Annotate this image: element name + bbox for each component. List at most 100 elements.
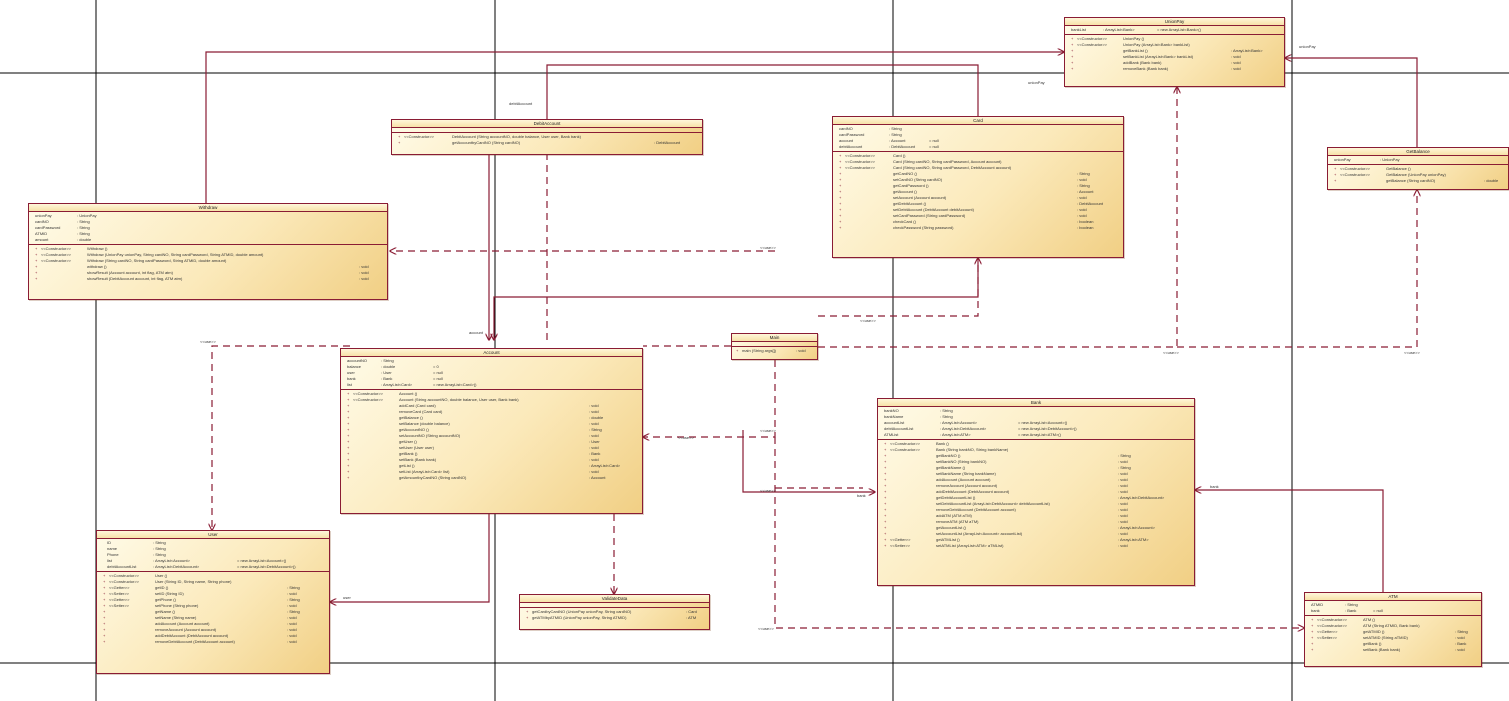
attributes-section: cardNO: String cardPassword: String accoun… bbox=[833, 125, 1123, 152]
method-visibility: + bbox=[1311, 647, 1314, 652]
class-validatedata[interactable]: ValidateData + getCardbyCardNO (UnionPay u… bbox=[519, 594, 710, 630]
method-row[interactable]: + setBank (Bank bank): void bbox=[1305, 647, 1481, 653]
class-title: Account bbox=[341, 349, 642, 357]
method-visibility: + bbox=[1334, 178, 1337, 183]
attribute-row[interactable]: amount: double bbox=[29, 237, 387, 243]
attributes-section: ATMID: String bank: Bank = null bbox=[1305, 601, 1481, 616]
attribute-init: = new ArrayList<DebitAccount>() bbox=[237, 564, 296, 569]
attribute-row[interactable]: debitAccount: DebitAccount = null bbox=[833, 144, 1123, 150]
class-debitaccount[interactable]: DebitAccount + <<Constructor>> DebitAccount… bbox=[391, 119, 703, 155]
attribute-name: list bbox=[347, 382, 352, 387]
class-title: ATM bbox=[1305, 593, 1481, 601]
label-bank-atm: bank bbox=[1210, 484, 1219, 489]
label-use-account: <<use>> bbox=[678, 435, 694, 440]
label-use-user: <<use>> bbox=[200, 339, 216, 344]
class-bank[interactable]: Bank bankNO: String bankName: String accoun… bbox=[877, 398, 1195, 586]
dep-main-card bbox=[818, 258, 978, 317]
label-unionpay-right: unionPay bbox=[1299, 44, 1316, 49]
class-card[interactable]: Card cardNO: String cardPassword: String ac… bbox=[832, 116, 1124, 258]
class-atm[interactable]: ATM ATMID: String bank: Bank = null + <<Const… bbox=[1304, 592, 1482, 667]
methods-section: + <<Constructor>> ATM () + <<Constructor>> AT… bbox=[1305, 616, 1481, 654]
attribute-row[interactable]: unionPay : UnionPay bbox=[1328, 157, 1508, 163]
method-signature: getAmountbyCardNO (String cardNO) bbox=[399, 475, 467, 480]
method-visibility: + bbox=[526, 615, 529, 620]
label-account: account bbox=[469, 330, 484, 335]
method-return-type: : void bbox=[1118, 543, 1128, 548]
label-user: user bbox=[343, 595, 351, 600]
method-visibility: + bbox=[103, 639, 106, 644]
method-signature: getATMbyATMID (UnionPay unionPay, String… bbox=[532, 615, 627, 620]
dep-main-account bbox=[643, 360, 776, 437]
attributes-section: unionPay: UnionPay cardNO: String cardPass… bbox=[29, 212, 387, 245]
method-row[interactable]: + removeBank (Bank bank) : void bbox=[1065, 66, 1284, 72]
methods-section: + <<Constructor>> User () + <<Constructor>> U… bbox=[97, 572, 329, 646]
method-visibility: + bbox=[1071, 66, 1074, 71]
methods-section: + main (String args[]): void bbox=[732, 347, 817, 355]
method-return-type: : ATM bbox=[686, 615, 697, 620]
attribute-name: ATMList bbox=[884, 432, 899, 437]
class-title: UnionPay bbox=[1065, 18, 1284, 26]
methods-section: + <<Constructor>> DebitAccount (String acc… bbox=[392, 133, 702, 147]
method-signature: showResult (DebitAccount account, int fl… bbox=[87, 276, 183, 281]
class-title: Withdraw bbox=[29, 204, 387, 212]
methods-section: + <<Constructor>> Account () + <<Constructor… bbox=[341, 390, 642, 482]
attribute-name: amount bbox=[35, 237, 49, 242]
method-return-type: : void bbox=[796, 348, 806, 353]
attribute-name: unionPay bbox=[1334, 157, 1351, 162]
attributes-section: accountNO: String balance: double = 0 user:… bbox=[341, 357, 642, 390]
assoc-account-user bbox=[330, 514, 490, 602]
methods-section: + <<Constructor>> GetBalance () + <<Construc… bbox=[1328, 165, 1508, 185]
attribute-type: : Bank bbox=[1345, 608, 1357, 613]
attribute-type: : ArrayList<Bank> bbox=[1103, 27, 1135, 32]
attribute-row[interactable]: list: ArrayList<Card> = new ArrayList<Car… bbox=[341, 382, 642, 388]
method-stereotype: <<Setter>> bbox=[890, 543, 911, 548]
label-use-bank: <<use>> bbox=[760, 488, 776, 493]
method-visibility: + bbox=[884, 543, 887, 548]
attribute-row[interactable]: debitAccountList: ArrayList<DebitAccount… bbox=[97, 564, 329, 570]
label-use-withdraw: <<use>> bbox=[760, 245, 776, 250]
method-row[interactable]: + getBalance (String cardNO): double bbox=[1328, 178, 1508, 184]
label-debitaccount: debitAccount bbox=[509, 101, 533, 106]
method-row[interactable]: + <<Setter>> setATMList (ArrayList<ATM> aT… bbox=[878, 543, 1194, 549]
class-unionpay[interactable]: UnionPay bankList: ArrayList<Bank> = new A… bbox=[1064, 17, 1285, 87]
class-getbalance[interactable]: GetBalance unionPay : UnionPay + <<Construct… bbox=[1327, 147, 1509, 190]
method-signature: getAccountbyCardNO (String cardNO) bbox=[452, 140, 521, 145]
class-main[interactable]: Main + main (String args[]): void bbox=[731, 333, 818, 360]
method-row[interactable]: + main (String args[]): void bbox=[732, 348, 817, 354]
method-return-type: : Account bbox=[589, 475, 606, 480]
uml-class-diagram: unionPay unionPay debitAccount account u… bbox=[0, 0, 1509, 701]
attributes-section: unionPay : UnionPay bbox=[1328, 156, 1508, 165]
label-unionpay-left: unionPay bbox=[1028, 80, 1045, 85]
attribute-row[interactable]: bankList: ArrayList<Bank> = new ArrayList… bbox=[1065, 27, 1284, 33]
method-visibility: + bbox=[839, 225, 842, 230]
attributes-section: bankNO: String bankName: String accountLis… bbox=[878, 407, 1194, 440]
method-row[interactable]: + checkPassword (String password): boolea… bbox=[833, 225, 1123, 231]
attribute-name: bankList bbox=[1071, 27, 1086, 32]
class-title: GetBalance bbox=[1328, 148, 1508, 156]
class-title: ValidateData bbox=[520, 595, 709, 603]
method-return-type: : DebitAccount bbox=[654, 140, 681, 145]
method-return-type: : void bbox=[1231, 66, 1241, 71]
label-bank: bank bbox=[857, 493, 866, 498]
attribute-row[interactable]: ATMList: ArrayList<ATM> = new ArrayList<A… bbox=[878, 432, 1194, 438]
attribute-type: : UnionPay bbox=[1380, 157, 1400, 162]
method-signature: setBank (Bank bank) bbox=[1363, 647, 1401, 652]
class-title: User bbox=[97, 531, 329, 539]
method-return-type: : boolean bbox=[1077, 225, 1094, 230]
method-visibility: + bbox=[398, 140, 401, 145]
class-account[interactable]: Account accountNO: String balance: double =… bbox=[340, 348, 643, 514]
method-row[interactable]: + showResult (DebitAccount account, int f… bbox=[29, 276, 387, 282]
class-user[interactable]: User ID: String name: String Phone: String l… bbox=[96, 530, 330, 674]
method-row[interactable]: + removeDebitAccount (DebitAccount accoun… bbox=[97, 639, 329, 645]
attribute-name: debitAccountList bbox=[107, 564, 137, 569]
method-signature: removeBank (Bank bank) bbox=[1123, 66, 1169, 71]
class-withdraw[interactable]: Withdraw unionPay: UnionPay cardNO: String… bbox=[28, 203, 388, 300]
method-row[interactable]: + getAmountbyCardNO (String cardNO): Acco… bbox=[341, 475, 642, 481]
method-row[interactable]: + getATMbyATMID (UnionPay unionPay, Strin… bbox=[520, 615, 709, 621]
method-row[interactable]: + getAccountbyCardNO (String cardNO) : Deb… bbox=[392, 140, 702, 146]
method-signature: setATMList (ArrayList<ATM> aTMList) bbox=[936, 543, 1004, 548]
label-use-atm: <<use>> bbox=[758, 626, 774, 631]
assoc-atm-bank bbox=[1195, 490, 1384, 592]
assoc-card-account bbox=[494, 258, 979, 340]
attribute-row[interactable]: bank: Bank = null bbox=[1305, 608, 1481, 614]
